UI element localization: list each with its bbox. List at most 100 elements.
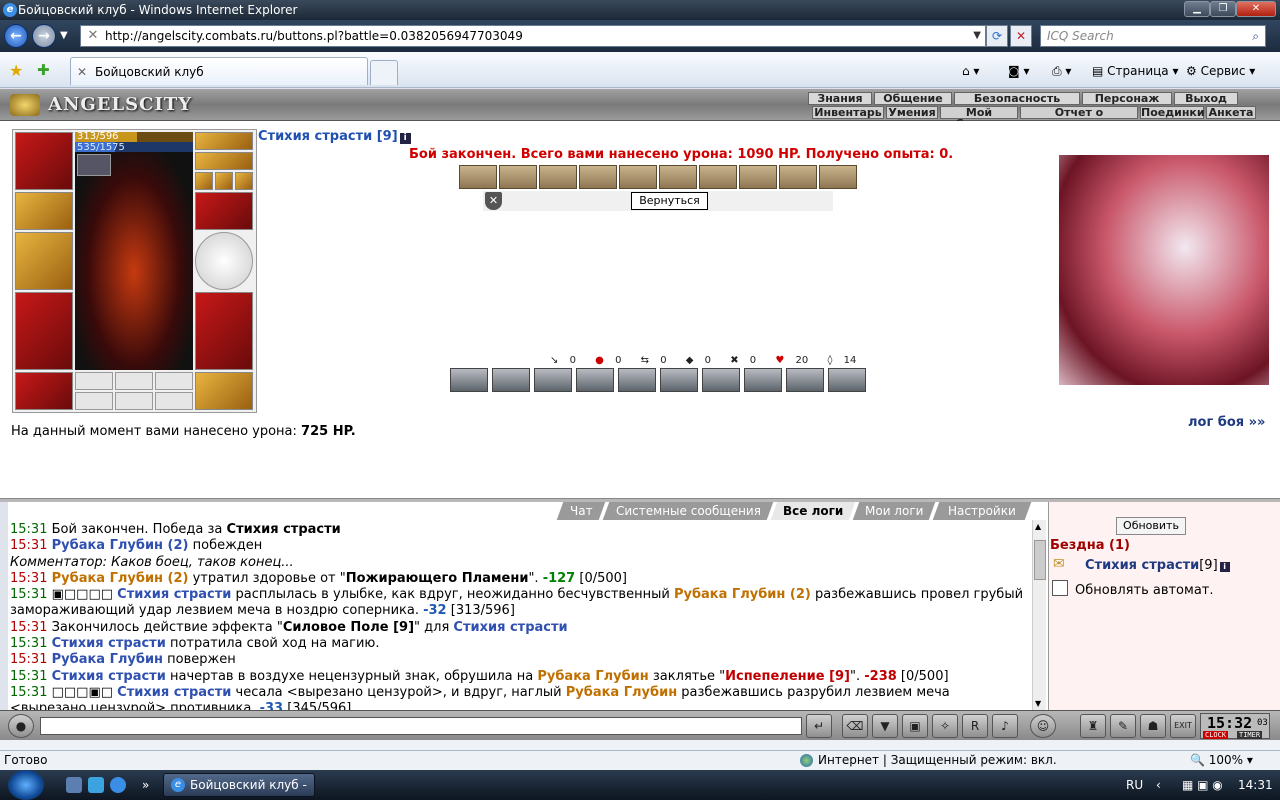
skill-slot-1[interactable] [450, 368, 488, 392]
weapon-slot[interactable] [15, 232, 73, 290]
player-name-link[interactable]: Стихия страсти [117, 685, 231, 700]
player-name-link[interactable]: Рубака Глубин (2) [52, 571, 189, 586]
minimize-button[interactable]: ▁ [1184, 1, 1210, 17]
smiley-icon[interactable]: ☺ [1030, 714, 1056, 738]
forward-button[interactable]: → [32, 24, 56, 48]
spell-scroll-10[interactable] [819, 165, 857, 189]
spell-scroll-6[interactable] [659, 165, 697, 189]
character-name[interactable]: Стихия страсти [9] i [258, 129, 411, 144]
armor-slot[interactable] [15, 292, 73, 370]
print-icon[interactable]: ⎙ ▾ [1052, 61, 1071, 81]
refresh-button[interactable]: Обновить [1116, 517, 1186, 535]
language-indicator[interactable]: RU [1126, 778, 1143, 792]
scroll-slot-1[interactable] [75, 392, 113, 410]
player-name-link[interactable]: Рубака Глубин [537, 669, 648, 684]
friends-icon[interactable]: ☗ [1140, 714, 1166, 738]
page-menu[interactable]: ▤ Страница ▾ [1092, 61, 1179, 81]
ring-slot-2[interactable] [215, 172, 233, 190]
back-button[interactable]: ← [4, 24, 28, 48]
menu-profile[interactable]: Анкета [1206, 106, 1256, 119]
add-favorites-icon[interactable]: ✚ [37, 61, 50, 79]
scroll-icon[interactable]: ✎ [1110, 714, 1136, 738]
menu-exit[interactable]: Выход [1174, 92, 1238, 105]
amulet-slot[interactable] [195, 152, 253, 170]
tab-all-logs[interactable]: Все логи [770, 502, 856, 520]
ie-quicklaunch-icon[interactable] [110, 777, 126, 793]
skill-slot-7[interactable] [702, 368, 740, 392]
show-desktop-icon[interactable] [66, 777, 82, 793]
skill-slot-6[interactable] [660, 368, 698, 392]
online-user[interactable]: Стихия страсти[9] i [1085, 558, 1230, 573]
earring-slot[interactable] [195, 132, 253, 150]
spell-scroll-5[interactable] [619, 165, 657, 189]
tray-arrow-icon[interactable]: ‹ [1156, 778, 1161, 792]
home-icon[interactable]: ⌂ ▾ [962, 61, 979, 81]
tab-active[interactable]: ✕ Бойцовский клуб [70, 57, 368, 85]
scroll-down-icon[interactable]: ▼ [1035, 699, 1041, 708]
menu-battles[interactable]: Поединки [1140, 106, 1205, 119]
sound-icon[interactable]: ♪ [992, 714, 1018, 738]
scroll-slot-2[interactable] [115, 392, 153, 410]
skill-slot-9[interactable] [786, 368, 824, 392]
skill-slot-4[interactable] [576, 368, 614, 392]
auto-refresh-checkbox[interactable] [1052, 580, 1068, 596]
maximize-button[interactable]: ❐ [1210, 1, 1236, 17]
player-name-link[interactable]: Рубака Глубин [52, 652, 163, 667]
clock-label[interactable]: CLOCK [1203, 731, 1229, 739]
info-icon[interactable]: i [399, 133, 411, 144]
feeds-icon[interactable]: ◙ ▾ [1008, 61, 1029, 81]
new-tab-button[interactable] [370, 60, 398, 85]
menu-communication[interactable]: Общение [874, 92, 952, 105]
exit-icon[interactable]: EXIT [1170, 714, 1196, 738]
chat-log[interactable]: 15:31 Бой закончен. Победа за Стихия стр… [10, 522, 1028, 710]
spell-scroll-2[interactable] [499, 165, 537, 189]
tray-icons[interactable]: ▦ ▣ ◉ [1182, 778, 1223, 792]
ring-slot-3[interactable] [235, 172, 253, 190]
skill-slot-2[interactable] [492, 368, 530, 392]
spell-scroll-9[interactable] [779, 165, 817, 189]
money-bag-icon[interactable]: ♜ [1080, 714, 1106, 738]
shield-slot[interactable] [195, 232, 253, 290]
filter-icon[interactable]: ▼ [872, 714, 898, 738]
close-window-button[interactable]: ✕ [1236, 1, 1276, 17]
leggings-slot[interactable] [195, 292, 253, 370]
info-icon[interactable]: i [1219, 562, 1230, 572]
start-button[interactable] [8, 770, 44, 800]
scroll-up-icon[interactable]: ▲ [1035, 522, 1041, 531]
search-icon[interactable]: ⌕ [1252, 26, 1259, 46]
menu-security[interactable]: Безопасность [954, 92, 1080, 105]
spell-scroll-4[interactable] [579, 165, 617, 189]
boots-slot[interactable] [195, 372, 253, 410]
helmet-slot[interactable] [15, 132, 73, 190]
private-message-icon[interactable]: ✉ [1053, 556, 1065, 572]
tab-my-logs[interactable]: Мои логи [852, 502, 936, 520]
player-name-link[interactable]: Стихия страсти [52, 669, 166, 684]
player-name-link[interactable]: Рубака Глубин [566, 685, 677, 700]
skill-slot-3[interactable] [534, 368, 572, 392]
character-portrait[interactable] [75, 152, 193, 370]
skill-slot-5[interactable] [618, 368, 656, 392]
return-button[interactable]: Вернуться [631, 192, 708, 210]
player-name-link[interactable]: Стихия страсти [52, 636, 166, 651]
tab-chat[interactable]: Чат [556, 502, 606, 520]
favorites-star-icon[interactable]: ★ [9, 61, 23, 80]
chat-input[interactable] [40, 717, 802, 735]
tab-system-messages[interactable]: Системные сообщения [602, 502, 774, 520]
history-dropdown-icon[interactable]: ▼ [60, 30, 68, 41]
rune-slot-1[interactable] [75, 372, 113, 390]
security-zone[interactable]: Интернет | Защищенный режим: вкл. [798, 751, 1057, 770]
chat-scrollbar[interactable]: ▲ ▼ [1032, 520, 1046, 710]
system-clock[interactable]: 14:31 [1238, 778, 1273, 792]
search-input[interactable]: ICQ Search ⌕ [1040, 25, 1266, 47]
belt-slot[interactable] [15, 372, 73, 410]
quicklaunch-overflow-icon[interactable]: » [142, 778, 149, 792]
rune-slot-3[interactable] [155, 372, 193, 390]
menu-skills[interactable]: Умения [886, 106, 938, 119]
menu-knowledge[interactable]: Знания [808, 92, 872, 105]
menu-inventory[interactable]: Инвентарь [812, 106, 884, 119]
address-dropdown-icon[interactable]: ▼ [973, 26, 981, 46]
menu-my-scroll[interactable]: Мой Скролл [940, 106, 1018, 129]
spell-scroll-3[interactable] [539, 165, 577, 189]
chat-mode-icon[interactable]: ● [8, 714, 34, 738]
skill-slot-10[interactable] [828, 368, 866, 392]
